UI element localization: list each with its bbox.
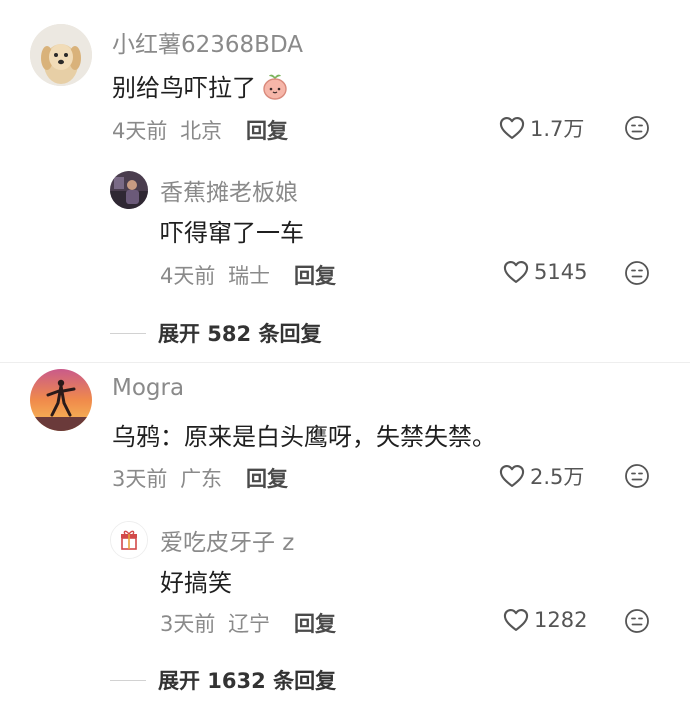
unhappy-face-icon xyxy=(625,116,649,140)
unhappy-face-icon xyxy=(625,464,649,488)
comment-meta: 4天前 北京 xyxy=(112,115,222,145)
golden-retriever-avatar xyxy=(30,24,92,86)
comment-username[interactable]: Mogra xyxy=(112,375,184,401)
reply-comment: 爱吃皮牙子 z 好搞笑 3天前 辽宁 回复 1282 xyxy=(0,515,690,645)
heart-icon xyxy=(499,465,525,487)
comment-text: 乌鸦：原来是白头鹰呀，失禁失禁。 xyxy=(112,423,496,451)
dislike-button[interactable] xyxy=(624,260,650,286)
like-count: 2.5万 xyxy=(530,465,585,489)
comment-location: 北京 xyxy=(180,119,223,143)
expand-replies-button[interactable]: 展开 582 条回复 xyxy=(110,318,321,348)
reply-time: 3天前 xyxy=(160,612,216,636)
reply-button[interactable]: 回复 xyxy=(246,463,288,493)
like-button[interactable]: 1.7万 xyxy=(498,113,584,143)
like-button[interactable]: 5145 xyxy=(502,258,587,286)
expand-replies-button[interactable]: 展开 1632 条回复 xyxy=(110,665,336,695)
reply-time: 4天前 xyxy=(160,264,216,288)
reply-comment: 香蕉摊老板娘 吓得窜了一车 4天前 瑞士 回复 5145 xyxy=(0,165,690,295)
comment-time: 4天前 xyxy=(112,119,168,143)
expand-divider-line xyxy=(110,679,146,681)
like-button[interactable]: 1282 xyxy=(502,606,587,634)
comment-text: 别给鸟吓拉了 xyxy=(112,68,290,103)
gift-box-avatar xyxy=(111,522,147,558)
avatar[interactable] xyxy=(110,171,148,209)
peach-emoji-icon xyxy=(260,71,290,101)
comment-username[interactable]: 小红薯62368BDA xyxy=(112,25,303,59)
reply-text: 好搞笑 xyxy=(160,569,232,597)
reply-button[interactable]: 回复 xyxy=(294,608,336,638)
expand-replies-label: 展开 1632 条回复 xyxy=(158,669,337,693)
avatar[interactable] xyxy=(30,24,92,86)
person-room-avatar xyxy=(110,171,148,209)
comment-meta: 3天前 广东 xyxy=(112,463,222,493)
reply-text: 吓得窜了一车 xyxy=(160,219,304,247)
comment-location: 广东 xyxy=(180,467,223,491)
expand-replies-label: 展开 582 条回复 xyxy=(158,322,322,346)
heart-icon xyxy=(503,609,529,631)
reply-button[interactable]: 回复 xyxy=(246,115,288,145)
expand-divider-line xyxy=(110,332,146,334)
dislike-button[interactable] xyxy=(624,463,650,489)
avatar[interactable] xyxy=(30,369,92,431)
sunset-silhouette-avatar xyxy=(30,369,92,431)
like-button[interactable]: 2.5万 xyxy=(498,461,584,491)
reply-button[interactable]: 回复 xyxy=(294,260,336,290)
reply-location: 辽宁 xyxy=(228,612,271,636)
avatar[interactable] xyxy=(110,521,148,559)
like-count: 1282 xyxy=(534,608,588,632)
reply-meta: 3天前 辽宁 xyxy=(160,608,270,638)
unhappy-face-icon xyxy=(625,261,649,285)
like-count: 5145 xyxy=(534,260,588,284)
comment-time: 3天前 xyxy=(112,467,168,491)
like-count: 1.7万 xyxy=(530,117,585,141)
reply-location: 瑞士 xyxy=(228,264,271,288)
reply-meta: 4天前 瑞士 xyxy=(160,260,270,290)
reply-username[interactable]: 香蕉摊老板娘 xyxy=(160,173,298,207)
heart-icon xyxy=(499,117,525,139)
comment: 小红薯62368BDA 别给鸟吓拉了 4天前 北京 回复 1.7万 香蕉摊老板娘… xyxy=(0,0,690,355)
heart-icon xyxy=(503,261,529,283)
unhappy-face-icon xyxy=(625,609,649,633)
reply-username[interactable]: 爱吃皮牙子 z xyxy=(160,523,294,557)
dislike-button[interactable] xyxy=(624,608,650,634)
comment: Mogra 乌鸦：原来是白头鹰呀，失禁失禁。 3天前 广东 回复 2.5万 爱吃… xyxy=(0,355,690,704)
comment-text-body: 别给鸟吓拉了 xyxy=(112,74,256,102)
dislike-button[interactable] xyxy=(624,115,650,141)
